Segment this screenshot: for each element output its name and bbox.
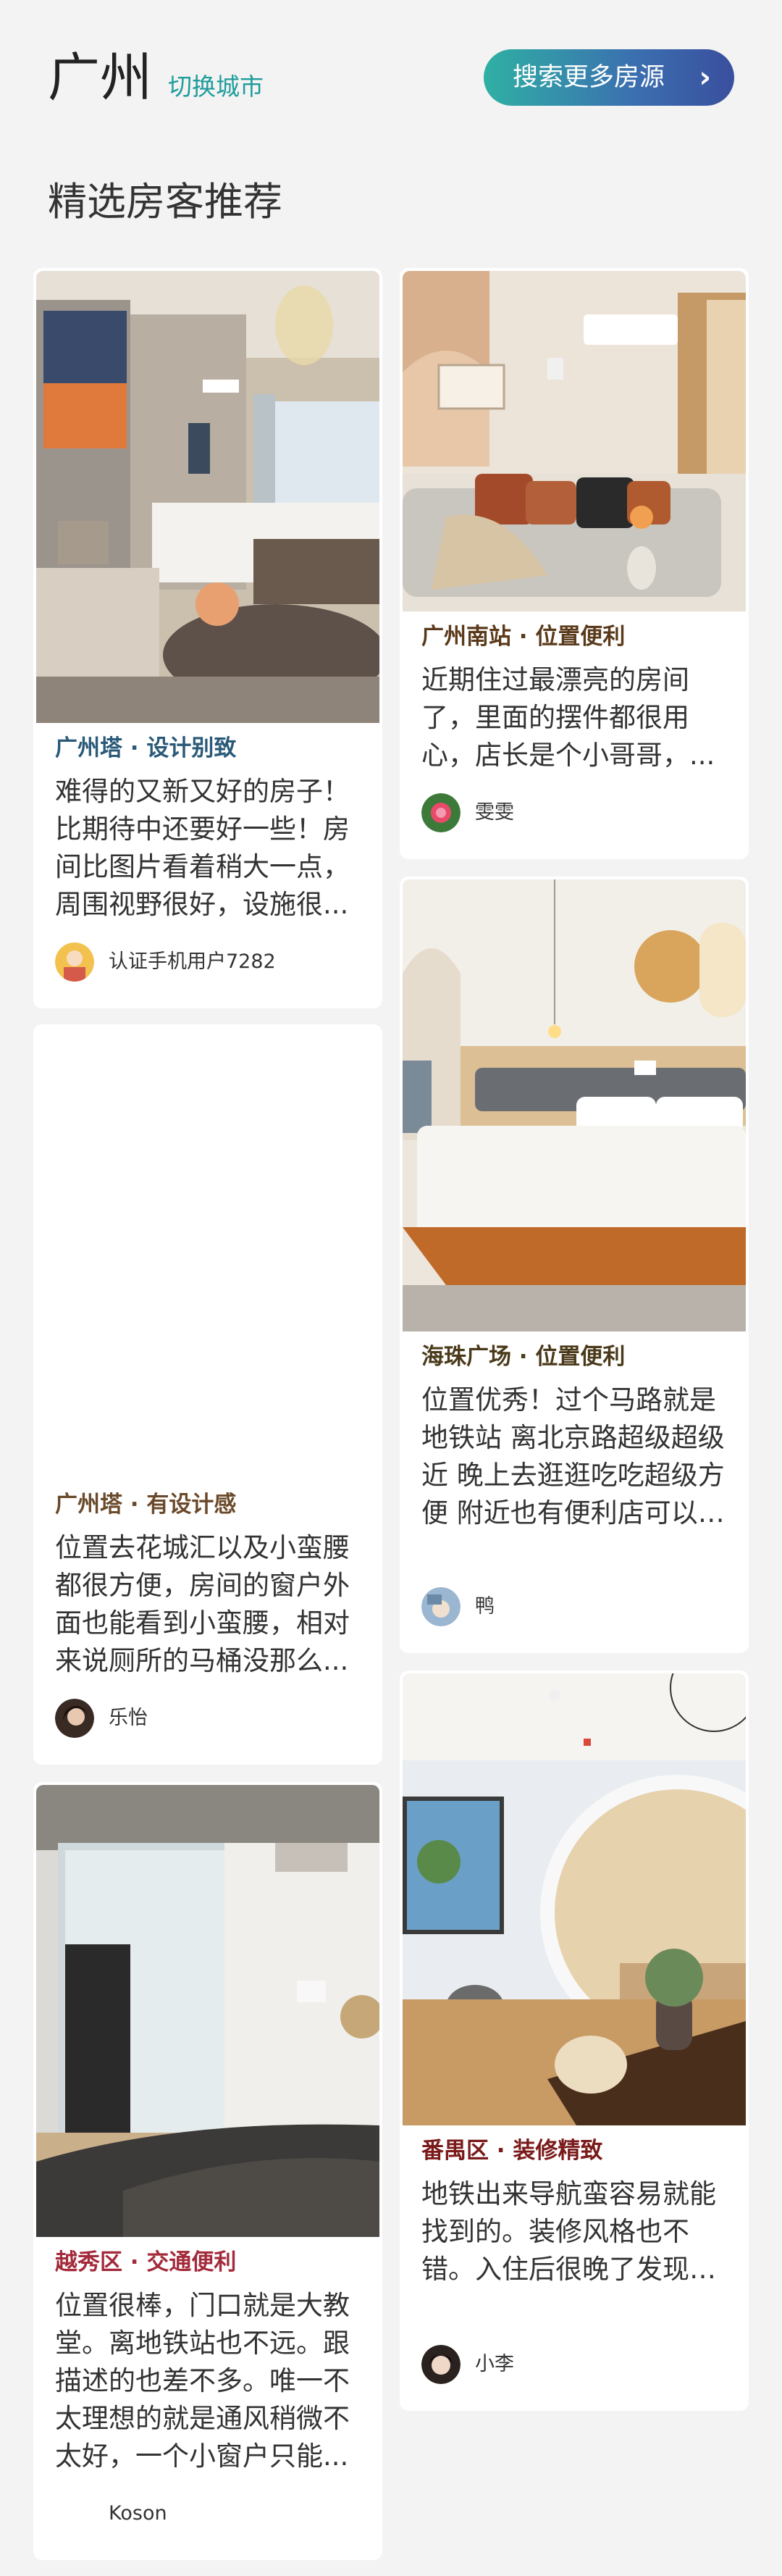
card-review: 地铁出来导航蛮容易就能找到的。装修风格也不错。入住后很晚了发现清洁阿姨有遗漏上一… [421, 2178, 716, 2285]
card-tag: 番禺区 · 装修精致 [421, 2138, 603, 2164]
review-card[interactable]: 广州南站 · 位置便利 近期住过最漂亮的房间了，里面的摆件都很用心，店长是个小哥… [400, 268, 749, 859]
city-name: 广州 [48, 47, 153, 108]
card-review: 难得的又新又好的房子！比期待中还要好一些！房间比图片看着稍大一点，周围视野很好，… [55, 776, 350, 920]
review-card[interactable]: 海珠广场 · 位置便利 位置优秀！过个马路就是地铁站 离北京路超级超级近 晚上去… [400, 877, 749, 1653]
chevron-right-icon: › [699, 61, 711, 94]
search-more-button[interactable]: 搜索更多房源 › [484, 49, 734, 106]
card-tag: 广州塔 · 有设计感 [55, 1492, 237, 1518]
avatar [421, 1587, 461, 1626]
review-card[interactable]: 广州塔 · 有设计感 位置去花城汇以及小蛮腰都很方便，房间的窗户外面也能看到小蛮… [33, 1024, 382, 1765]
user-name: 乐怡 [109, 1707, 148, 1729]
search-more-label: 搜索更多房源 [513, 63, 665, 92]
card-review: 位置很棒，门口就是大教堂。离地铁站也不远。跟描述的也差不多。唯一不太理想的就是通… [55, 2290, 350, 2472]
user-name: 雯雯 [475, 801, 514, 824]
room-photo [36, 271, 379, 723]
card-tag: 越秀区 · 交通便利 [55, 2249, 237, 2275]
room-photo [403, 879, 746, 1331]
user-name: 认证手机用户7282 [109, 950, 276, 973]
switch-city-link[interactable]: 切换城市 [168, 72, 264, 101]
user-name: Koson [109, 2502, 167, 2525]
room-photo [403, 1673, 746, 2125]
user-name: 小李 [475, 2353, 514, 2375]
avatar [55, 1699, 94, 1738]
avatar [55, 942, 94, 982]
review-card[interactable]: 越秀区 · 交通便利 位置很棒，门口就是大教堂。离地铁站也不远。跟描述的也差不多… [33, 1782, 382, 2560]
avatar [421, 793, 461, 832]
card-tag: 广州塔 · 设计别致 [55, 735, 237, 761]
card-tag: 海珠广场 · 位置便利 [421, 1344, 626, 1370]
room-photo [36, 1785, 379, 2237]
room-photo [36, 1027, 379, 1479]
card-review: 位置优秀！过个马路就是地铁站 离北京路超级超级近 晚上去逛逛吃吃超级方便 附近也… [421, 1384, 725, 1529]
card-review: 位置去花城汇以及小蛮腰都很方便，房间的窗户外面也能看到小蛮腰，相对来说厕所的马桶… [55, 1532, 350, 1676]
card-review: 近期住过最漂亮的房间了，里面的摆件都很用心，店长是个小哥哥，... [421, 664, 715, 771]
card-tag: 广州南站 · 位置便利 [421, 624, 626, 650]
header: 广州 切换城市 搜索更多房源 › [0, 0, 782, 152]
user-name: 鸭 [475, 1595, 495, 1618]
avatar [55, 2494, 94, 2533]
room-photo [403, 271, 746, 611]
avatar [421, 2345, 461, 2384]
section-title: 精选房客推荐 [48, 179, 282, 225]
review-card[interactable]: 番禺区 · 装修精致 地铁出来导航蛮容易就能找到的。装修风格也不错。入住后很晚了… [400, 1670, 749, 2411]
review-card[interactable]: 广州塔 · 设计别致 难得的又新又好的房子！比期待中还要好一些！房间比图片看着稍… [33, 268, 382, 1008]
